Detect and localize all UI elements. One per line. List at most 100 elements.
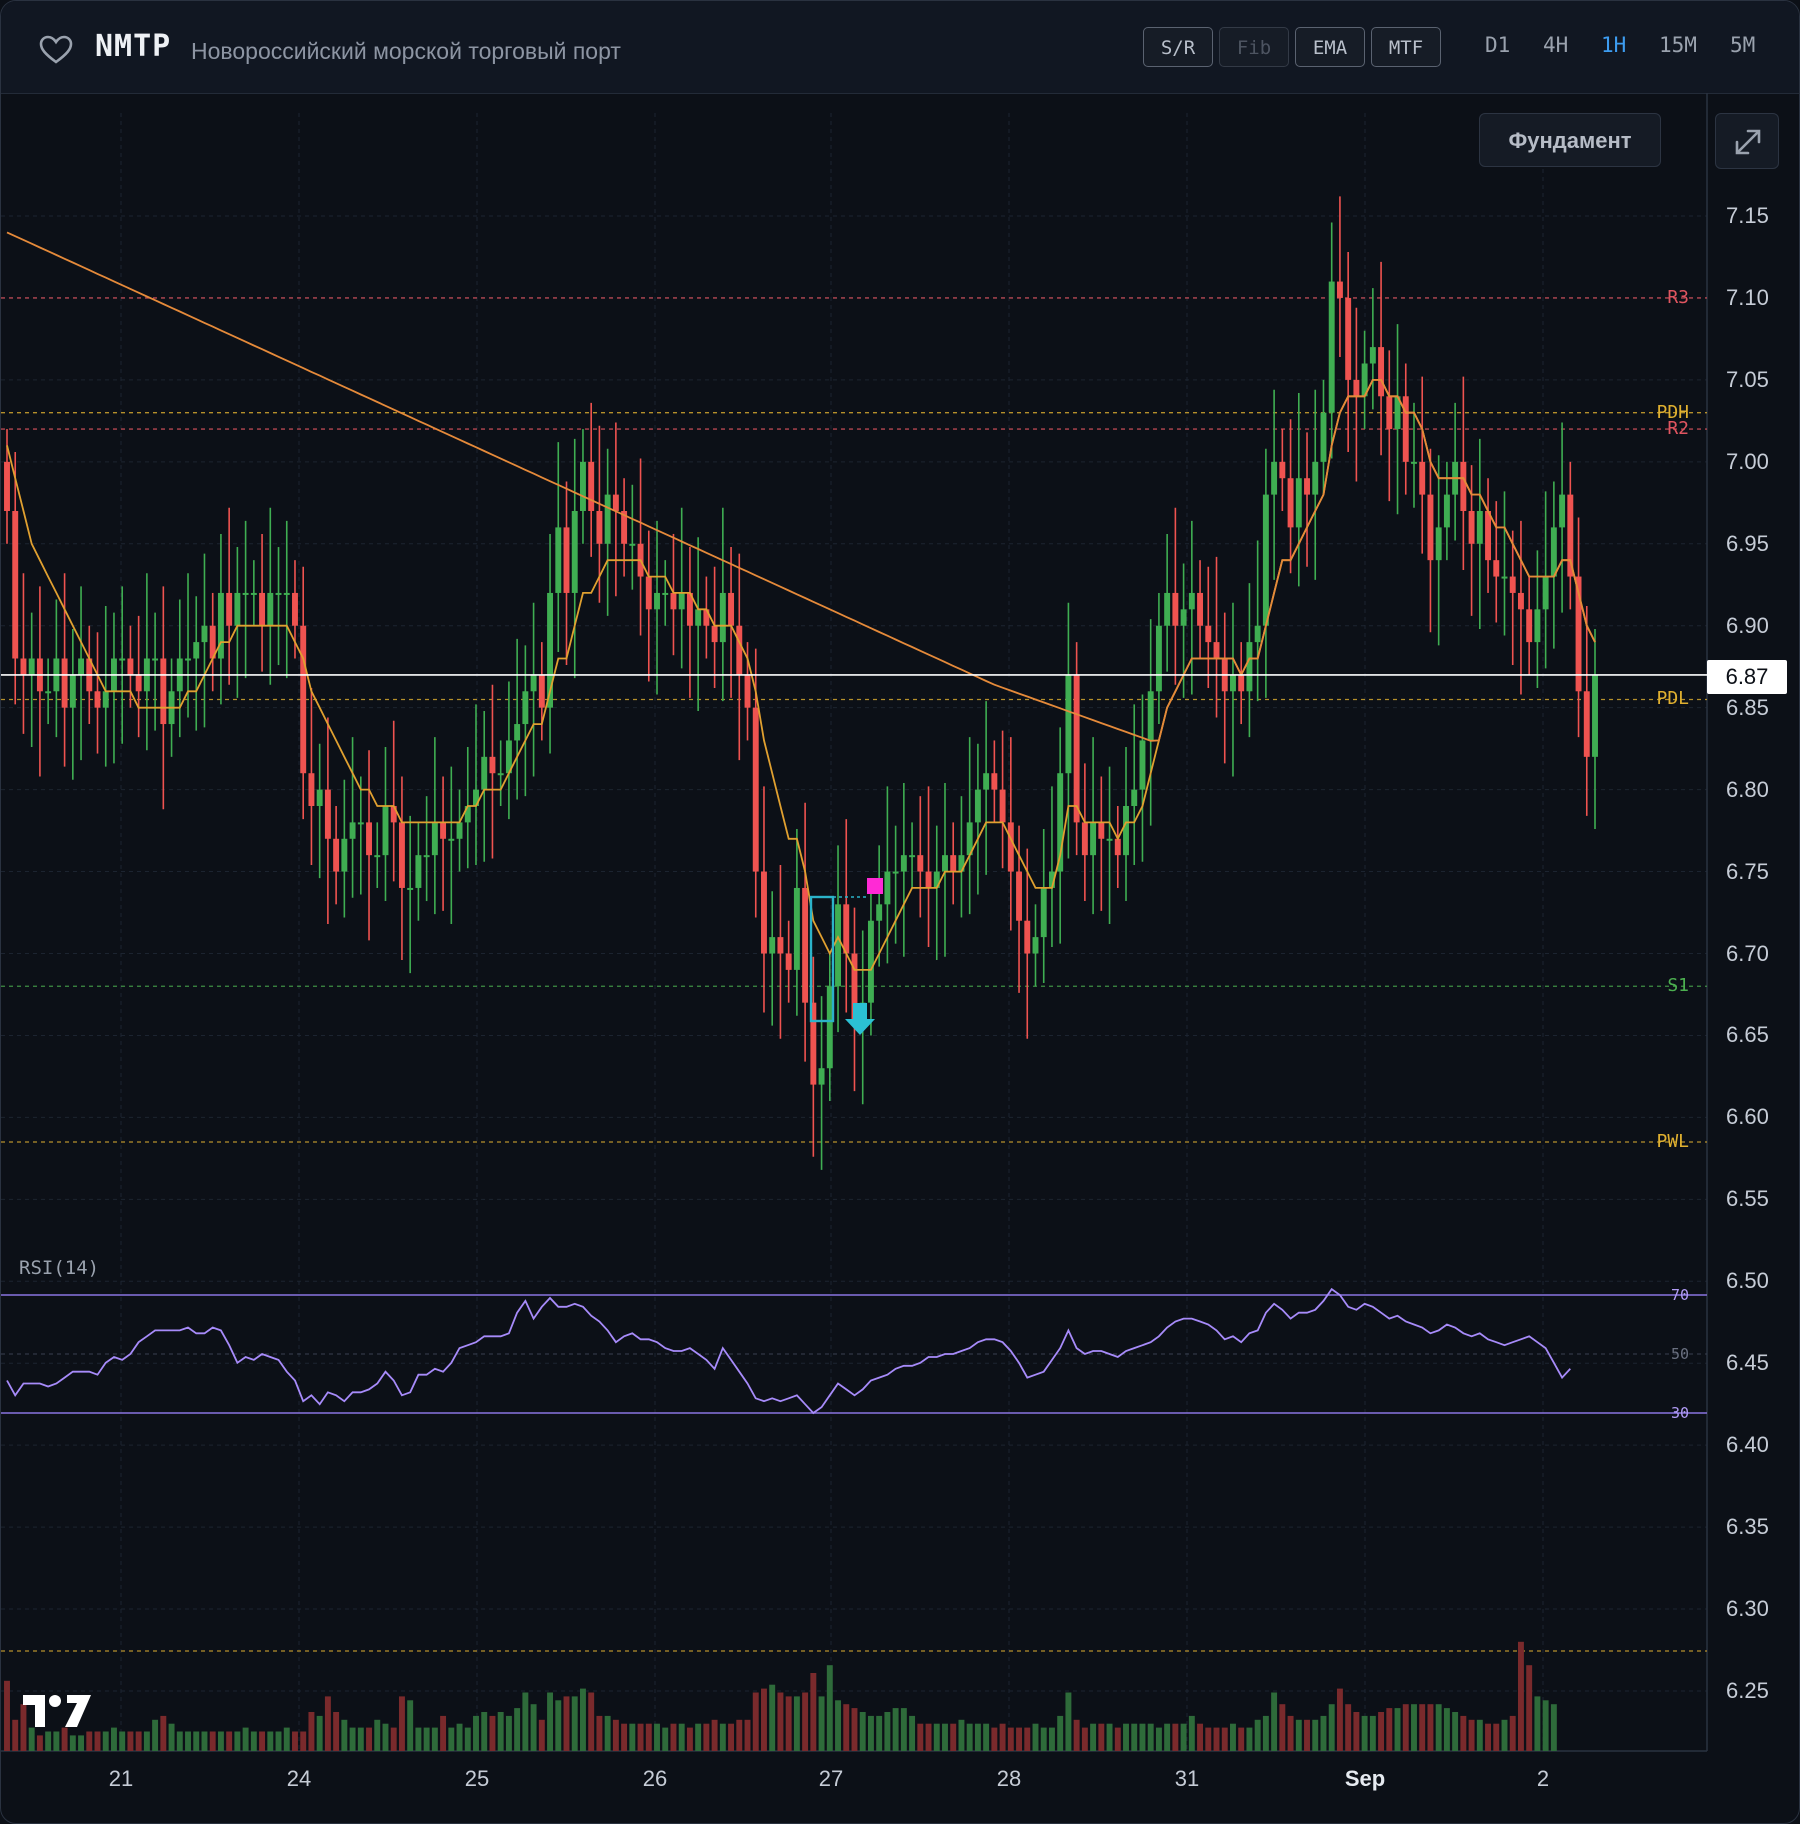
volume-bar <box>785 1696 792 1751</box>
candle-body <box>119 658 126 661</box>
candle-body <box>201 625 208 643</box>
candle-body <box>1238 674 1245 692</box>
time-tick-label: 26 <box>642 1766 668 1791</box>
volume-bar <box>53 1731 60 1751</box>
candle-body <box>1419 461 1426 495</box>
volume-bar <box>892 1708 899 1751</box>
candle-body <box>1336 281 1343 298</box>
volume-bar <box>185 1731 191 1751</box>
volume-bar <box>193 1731 200 1751</box>
volume-bar <box>324 1696 331 1751</box>
volume-bar <box>950 1723 957 1751</box>
volume-bar <box>1155 1727 1162 1751</box>
volume-bar <box>1205 1727 1212 1751</box>
volume-bar <box>867 1715 874 1751</box>
candle-body <box>78 658 85 675</box>
candle-body <box>152 658 159 661</box>
volume-bar <box>1271 1692 1278 1751</box>
volume-bar <box>744 1719 751 1751</box>
rsi-line <box>6 1287 1571 1415</box>
price-tick-label: 6.80 <box>1726 776 1769 802</box>
volume-bar <box>1542 1700 1549 1751</box>
candle-body <box>1411 461 1417 464</box>
rsi-level-70: 70 <box>1671 1286 1690 1304</box>
volume-bar <box>1476 1719 1483 1751</box>
rsi-level-50: 50 <box>1671 1345 1690 1363</box>
volume-bar <box>974 1723 981 1751</box>
candle-body <box>489 756 496 774</box>
volume-bar <box>1007 1727 1014 1751</box>
candle-body <box>333 838 340 872</box>
candle-body <box>662 592 669 595</box>
candle-body <box>160 658 167 725</box>
volume-bar <box>473 1715 479 1751</box>
volume-bar <box>1501 1719 1508 1751</box>
candle-body <box>1197 592 1204 626</box>
volume-bar <box>538 1719 545 1751</box>
volume-bar <box>119 1731 126 1751</box>
volume-bar <box>86 1731 93 1751</box>
candle-body <box>678 592 685 610</box>
candle-body <box>300 625 307 774</box>
volume-bar <box>1147 1723 1154 1751</box>
candle-body <box>12 511 19 659</box>
candle-body <box>1246 642 1253 692</box>
candle-body <box>867 920 874 1003</box>
candle-body <box>1262 494 1269 626</box>
volume-bar <box>876 1715 883 1751</box>
candle-body <box>292 592 298 626</box>
candle-body <box>991 773 998 790</box>
volume-bar <box>1394 1708 1401 1751</box>
volume-bar <box>1509 1715 1516 1751</box>
volume-bar <box>1188 1715 1195 1751</box>
volume-bar <box>1460 1715 1467 1751</box>
candle-body <box>1073 674 1080 823</box>
candle-body <box>654 592 660 610</box>
price-tick-label: 6.65 <box>1726 1022 1769 1048</box>
candle-body <box>1024 920 1031 954</box>
candle-body <box>324 789 331 839</box>
candle-body <box>769 937 776 954</box>
candle-body <box>645 576 652 610</box>
price-tick-label: 6.75 <box>1726 858 1769 884</box>
volume-bar <box>662 1727 669 1751</box>
volume-bar <box>1304 1719 1310 1751</box>
candle-body <box>711 625 718 643</box>
time-tick-label: 2 <box>1536 1766 1550 1791</box>
price-tick-label: 6.50 <box>1726 1268 1769 1294</box>
volume-bar <box>242 1727 249 1751</box>
candle-body <box>843 904 850 954</box>
candle-body <box>818 1068 825 1085</box>
candle-body <box>1304 478 1310 495</box>
volume-bar <box>843 1704 850 1751</box>
volume-bar <box>349 1727 356 1751</box>
volume-bar <box>415 1727 422 1751</box>
volume-bar <box>596 1715 603 1751</box>
volume-bar <box>456 1723 463 1751</box>
volume-bar <box>761 1688 767 1751</box>
candle-body <box>1559 494 1566 528</box>
candle-body <box>1312 461 1319 495</box>
candle-body <box>1460 461 1467 511</box>
level-label-r3: R3 <box>1667 286 1689 308</box>
candle-body <box>1271 461 1278 495</box>
volume-bar <box>398 1696 405 1751</box>
candle-body <box>423 855 430 858</box>
expand-button[interactable] <box>1715 113 1779 169</box>
volume-bar <box>1468 1719 1475 1751</box>
candle-body <box>1485 511 1491 561</box>
volume-bar <box>78 1735 85 1751</box>
candle-body <box>20 658 27 675</box>
volume-bar <box>267 1731 274 1751</box>
volume-bar <box>793 1696 800 1751</box>
candle-body <box>579 461 586 511</box>
fundamentals-button[interactable]: Фундамент <box>1479 113 1661 167</box>
volume-bar <box>1230 1723 1236 1751</box>
price-tick-label: 6.90 <box>1726 612 1769 638</box>
candle-body <box>1509 576 1516 593</box>
volume-bar <box>695 1723 702 1751</box>
price-chart[interactable] <box>1 1 1800 1824</box>
volume-bar <box>909 1715 916 1751</box>
volume-bar <box>1024 1727 1031 1751</box>
volume-bar <box>1114 1727 1121 1751</box>
